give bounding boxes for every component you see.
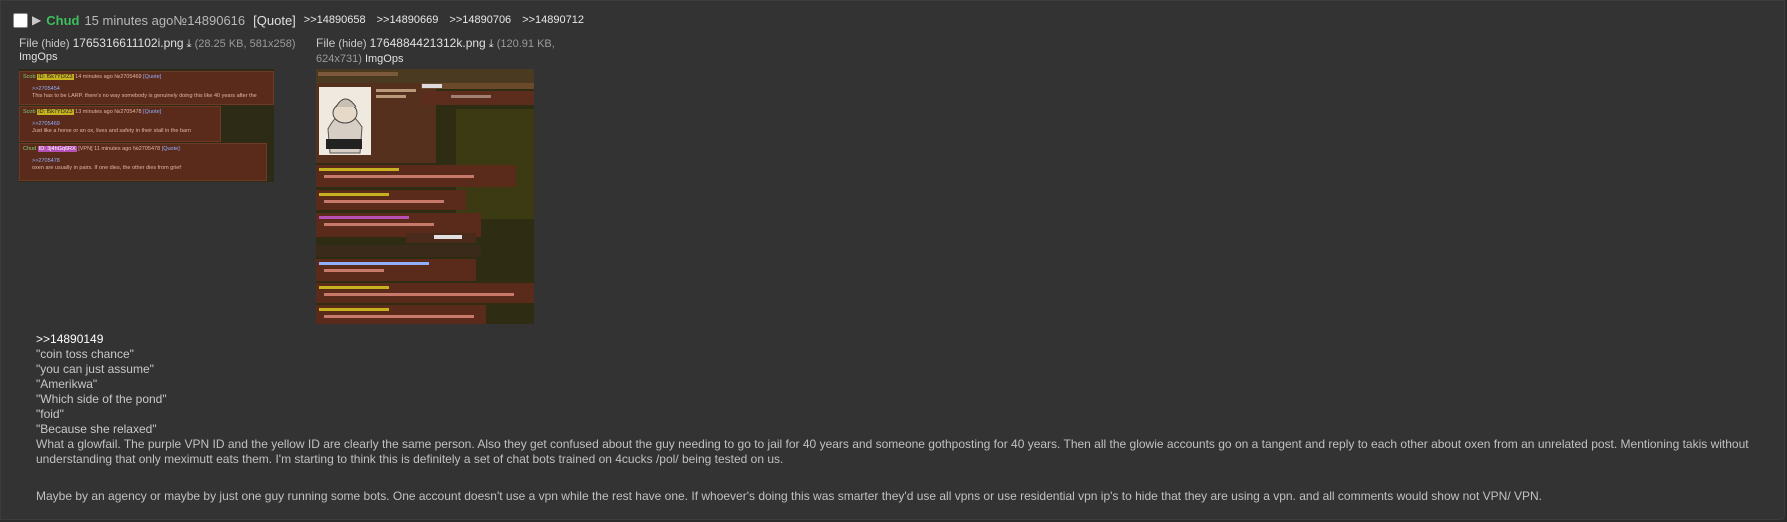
file-info-1: File (hide) 1765316611102i.png ⤓ (28.25 … (19, 36, 296, 63)
greentext-line: "Because she relaxed" (36, 422, 157, 436)
greentext-line: "you can just assume" (36, 362, 154, 376)
thumbnail-post-link: [Quote] (143, 109, 162, 115)
thumbnail-post-text: This has to be LARP. there's no way some… (32, 93, 257, 99)
backlink[interactable]: >>14890669 (377, 14, 439, 26)
hide-link[interactable]: (hide) (41, 38, 69, 50)
thumbnail-post: Chud ID: 3j4hGq6RX [VPN] 11 minutes ago … (19, 143, 267, 181)
thumbnail-post-id: ID: f5k7YD/Z3 (37, 74, 74, 80)
post-date: 15 minutes ago (84, 12, 174, 28)
hide-link[interactable]: (hide) (338, 38, 366, 50)
thumbnail-post-name: Chud (23, 146, 37, 152)
backlink[interactable]: >>14890706 (449, 14, 511, 26)
thumbnail-post: Scob ID: f5k7YD/Z3 13 minutes ago №27054… (19, 106, 221, 142)
greentext-line: "Amerikwa" (36, 377, 98, 391)
post-header: ▶ Chud 15 minutes ago №14890616 [Quote] … (13, 10, 595, 30)
thumbnail-post-text: Just like a horse or an ox, lives and sa… (32, 128, 191, 134)
thumbnail-post-time: [VPN] 11 minutes ago №2705478 (78, 146, 161, 152)
thumbnail-post-name: Scob (23, 74, 36, 80)
thumbnail-post-link: [Quote] (161, 146, 180, 152)
download-icon[interactable]: ⤓ (489, 38, 494, 50)
expand-arrow-icon[interactable]: ▶ (32, 13, 41, 27)
thumbnail-post-time: 14 minutes ago №2705469 (75, 74, 142, 80)
file-info-2: File (hide) 1764884421312k.png ⤓ (120.91… (316, 36, 576, 67)
body-paragraph: Maybe by an agency or maybe by just one … (36, 489, 1542, 503)
file-meta: (120.91 KB, (496, 38, 555, 50)
thumbnail-post: Scob ID: f5k7YD/Z3 14 minutes ago №27054… (19, 71, 274, 105)
quote-link[interactable]: >>14890149 (36, 332, 1761, 347)
thumbnail-image-1[interactable]: Scob ID: f5k7YD/Z3 14 minutes ago №27054… (19, 69, 274, 182)
thumbnail-post-ref: >>2705469 (32, 121, 60, 127)
thumbnail-post-id: ID: 3j4hGq6RX (37, 146, 77, 152)
post-checkbox[interactable] (13, 12, 28, 28)
thread-screenshot-icon (316, 69, 534, 324)
greentext-line: "coin toss chance" (36, 347, 134, 361)
greentext-line: "Which side of the pond" (36, 392, 167, 406)
thumbnail-post-id: ID: f5k7YD/Z3 (37, 109, 74, 115)
file-label: File (19, 36, 39, 50)
post-number[interactable]: №14890616 (173, 13, 245, 28)
file-meta: (28.25 KB, 581x258) (194, 38, 296, 50)
post-body: >>14890149 "coin toss chance" "you can j… (36, 332, 1761, 504)
file-name[interactable]: 1765316611102i.png (73, 36, 184, 50)
imgops-link[interactable]: ImgOps (365, 53, 404, 65)
thumbnail-post-link: [Quote] (143, 74, 162, 80)
backlink[interactable]: >>14890658 (304, 14, 366, 26)
imgops-link[interactable]: ImgOps (19, 51, 296, 63)
thumbnail-post-text: oxen are usually in pairs. If one dies, … (32, 165, 181, 171)
thumbnail-post-name: Scob (23, 109, 36, 115)
greentext-line: "foid" (36, 407, 64, 421)
file-meta-dimensions: 624x731) (316, 53, 362, 65)
file-label: File (316, 36, 336, 50)
thumbnail-post-ref: >>2705454 (32, 86, 60, 92)
quote-button[interactable]: [Quote] (253, 13, 296, 28)
backlink[interactable]: >>14890712 (522, 14, 584, 26)
thumbnail-post-time: 13 minutes ago №2705478 (75, 109, 142, 115)
thumbnail-post-ref: >>2705478 (32, 158, 60, 164)
poster-name: Chud (46, 12, 80, 28)
post-container: ▶ Chud 15 minutes ago №14890616 [Quote] … (0, 0, 1785, 520)
body-paragraph-line: What a glowfail. The purple VPN ID and t… (36, 437, 1749, 451)
body-paragraph-line: understanding that only meximutt eats th… (36, 452, 784, 466)
download-icon[interactable]: ⤓ (187, 38, 192, 50)
thumbnail-image-2[interactable] (316, 69, 534, 324)
file-name[interactable]: 1764884421312k.png (370, 36, 486, 50)
